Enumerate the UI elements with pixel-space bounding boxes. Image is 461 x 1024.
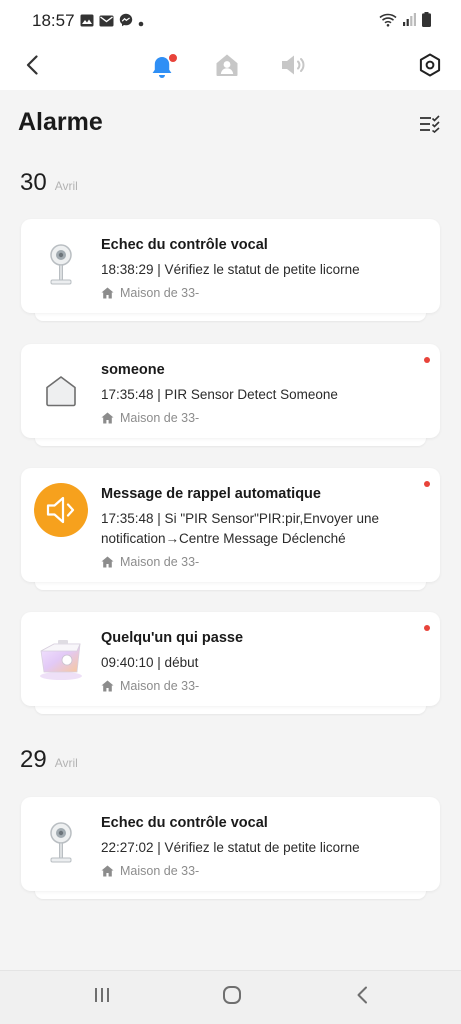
date-day: 29 — [20, 746, 47, 773]
speaker-icon — [21, 470, 101, 550]
back-button[interactable] — [14, 44, 50, 90]
settings-icon — [418, 53, 442, 82]
date-header: 30 Avril — [20, 169, 78, 197]
item-title: Echec du contrôle vocal — [101, 237, 268, 253]
list-item[interactable]: Message de rappel automatique 17:35:48 |… — [21, 468, 440, 590]
home-small-icon — [101, 412, 114, 424]
list-item[interactable]: Echec du contrôle vocal 18:38:29 | Vérif… — [21, 219, 440, 321]
recent-apps-icon — [94, 987, 110, 1008]
date-month: Avril — [54, 756, 78, 770]
house-icon — [21, 351, 101, 431]
battery-icon — [422, 12, 431, 32]
back-icon — [26, 54, 38, 80]
item-home: Maison de 33- — [101, 864, 199, 878]
dot-icon — [138, 14, 144, 32]
item-description: 17:35:48 | Si "PIR Sensor"PIR:pir,Envoye… — [101, 511, 379, 546]
home-small-icon — [101, 287, 114, 299]
date-header: 29 Avril — [20, 746, 78, 774]
page-title: Alarme — [18, 108, 103, 136]
tab-home[interactable] — [207, 44, 247, 90]
filter-button[interactable] — [419, 115, 441, 138]
item-description: 18:38:29 | Vérifiez le statut de petite … — [101, 262, 360, 277]
list-item[interactable]: someone 17:35:48 | PIR Sensor Detect Som… — [21, 344, 440, 446]
item-home-label: Maison de 33- — [120, 286, 200, 300]
gallery-icon — [80, 14, 94, 32]
item-description: 09:40:10 | début — [101, 655, 199, 670]
tab-alarm[interactable] — [142, 44, 182, 90]
mail-icon — [99, 14, 114, 32]
settings-button[interactable] — [410, 44, 450, 90]
status-bar: 18:57 — [0, 0, 461, 44]
home-small-icon — [101, 865, 114, 877]
item-title: someone — [101, 362, 165, 378]
item-home-label: Maison de 33- — [120, 555, 200, 569]
item-description: 22:27:02 | Vérifiez le statut de petite … — [101, 840, 360, 855]
list-item[interactable]: Echec du contrôle vocal 22:27:02 | Vérif… — [21, 797, 440, 899]
item-title: Quelqu'un qui passe — [101, 630, 244, 646]
camera-icon — [21, 226, 101, 306]
speaker-icon — [280, 54, 306, 81]
app-bar — [0, 44, 461, 90]
item-title: Message de rappel automatique — [101, 486, 321, 502]
navigation-bar — [0, 970, 461, 1024]
item-home: Maison de 33- — [101, 555, 199, 569]
camera-icon — [21, 804, 101, 884]
item-home-label: Maison de 33- — [120, 411, 200, 425]
item-home: Maison de 33- — [101, 286, 199, 300]
bell-icon — [149, 53, 178, 80]
item-home-label: Maison de 33- — [120, 864, 200, 878]
date-month: Avril — [54, 179, 78, 193]
unread-dot — [424, 357, 430, 363]
recent-apps-button[interactable] — [80, 971, 124, 1024]
tab-sound[interactable] — [273, 44, 313, 90]
list-item[interactable]: Quelqu'un qui passe 09:40:10 | début Mai… — [21, 612, 440, 714]
unread-dot — [424, 481, 430, 487]
messenger-icon — [119, 13, 133, 32]
home-small-icon — [101, 680, 114, 692]
home-button-icon — [222, 985, 242, 1010]
status-time: 18:57 — [32, 11, 75, 30]
item-home: Maison de 33- — [101, 679, 199, 693]
back-button-icon — [356, 986, 368, 1009]
item-home-label: Maison de 33- — [120, 679, 200, 693]
system-back-button[interactable] — [340, 971, 384, 1024]
filter-list-icon — [419, 115, 441, 137]
home-button[interactable] — [210, 971, 254, 1024]
item-home: Maison de 33- — [101, 411, 199, 425]
notification-badge — [168, 53, 178, 63]
item-title: Echec du contrôle vocal — [101, 815, 268, 831]
date-day: 30 — [20, 169, 47, 196]
wifi-icon — [379, 13, 397, 32]
home-person-icon — [214, 52, 240, 83]
lamp-device-icon — [21, 619, 101, 699]
home-small-icon — [101, 556, 114, 568]
unread-dot — [424, 625, 430, 631]
signal-icon — [403, 13, 416, 31]
item-description: 17:35:48 | PIR Sensor Detect Someone — [101, 387, 338, 402]
